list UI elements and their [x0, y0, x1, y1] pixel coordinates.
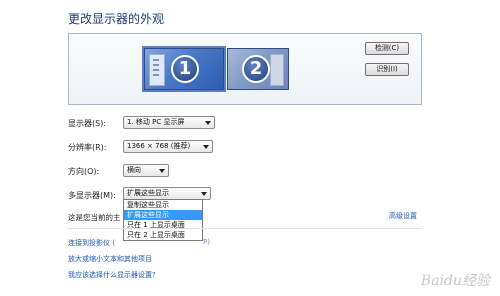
monitor-1-desktop-thumbnail [149, 54, 165, 86]
display-label: 显示器(S): [68, 119, 107, 128]
orientation-select-value: 横向 [127, 166, 141, 174]
multiple-displays-dropdown: 复制这些显示 扩展这些显示 只在 1 上显示桌面 只在 2 上显示桌面 [123, 199, 203, 241]
page-title: 更改显示器的外观 [68, 12, 165, 26]
orientation-select[interactable]: 横向 [123, 164, 169, 177]
dropdown-option-selected[interactable]: 扩展这些显示 [124, 210, 202, 220]
connect-projector-link-suffix[interactable]: P) [203, 238, 210, 246]
watermark: Baidu经验 [420, 273, 490, 289]
display-select[interactable]: 1. 移动 PC 显示屏 [123, 116, 215, 129]
display-select-value: 1. 移动 PC 显示屏 [127, 118, 185, 126]
chevron-down-icon [203, 145, 209, 149]
resolution-select[interactable]: 1366 × 768 (推荐) [123, 140, 213, 153]
multiple-displays-label: 多显示器(M): [68, 191, 116, 200]
resolution-select-value: 1366 × 768 (推荐) [127, 142, 191, 150]
display-settings-help-link[interactable]: 我应该选择什么显示器设置? [68, 270, 156, 280]
dropdown-option[interactable]: 只在 2 上显示桌面 [124, 230, 202, 240]
monitor-2-number-badge: 2 [242, 55, 270, 83]
detect-button[interactable]: 检测(C) [365, 42, 409, 55]
orientation-label: 方向(O): [68, 167, 100, 176]
chevron-down-icon [205, 121, 211, 125]
dropdown-option[interactable]: 复制这些显示 [124, 200, 202, 210]
identify-button[interactable]: 识别(I) [365, 63, 409, 76]
main-display-text: 这是您当前的主 [68, 213, 121, 222]
monitor-preview-panel: 1 2 检测(C) 识别(I) [68, 33, 422, 105]
chevron-down-icon [159, 169, 165, 173]
monitor-1-tile[interactable]: 1 [144, 48, 224, 90]
enlarge-text-link[interactable]: 放大或缩小文本和其他项目 [68, 254, 152, 264]
multiple-displays-select-value: 扩展这些显示 [127, 189, 169, 197]
chevron-down-icon [201, 192, 207, 196]
connect-projector-link[interactable]: 连接到投影仪 ( [68, 238, 115, 248]
monitor-2-tile[interactable]: 2 [227, 48, 289, 90]
divider [68, 228, 422, 229]
monitor-1-number-badge: 1 [171, 55, 199, 83]
advanced-settings-link[interactable]: 高级设置 [389, 211, 417, 221]
resolution-label: 分辨率(R): [68, 143, 107, 152]
monitor-2-desktop-thumbnail [270, 54, 284, 86]
